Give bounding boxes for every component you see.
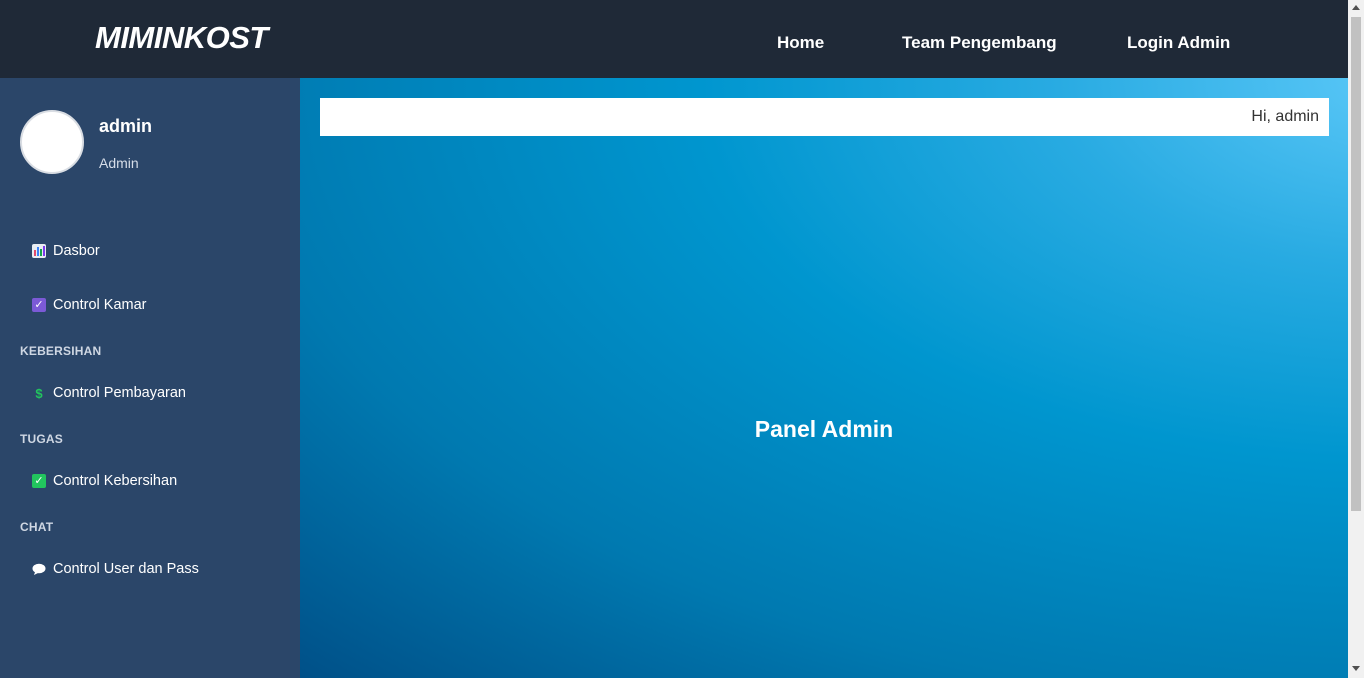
- brand-logo[interactable]: MIMINKOST: [95, 20, 268, 56]
- user-role: Admin: [99, 155, 139, 171]
- sidebar: admin Admin Dasbor ✓ Control Kamar KEBER…: [0, 78, 300, 678]
- avatar: [20, 110, 84, 174]
- user-name: admin: [99, 116, 153, 136]
- section-label-kebersihan: KEBERSIHAN: [20, 344, 102, 358]
- sidebar-item-dasbor[interactable]: Dasbor: [32, 240, 100, 262]
- nav-link-login-admin[interactable]: Login Admin: [1127, 33, 1230, 53]
- section-label-tugas: TUGAS: [20, 432, 63, 446]
- sidebar-item-control-pembayaran[interactable]: $ Control Pembayaran: [32, 382, 186, 404]
- main-content: Hi, admin Panel Admin: [300, 78, 1348, 678]
- greeting-bar: Hi, admin: [320, 98, 1329, 136]
- vertical-scrollbar[interactable]: [1348, 0, 1364, 678]
- sidebar-item-control-user-dan-pass[interactable]: Control User dan Pass: [32, 558, 199, 580]
- checkbox-icon: ✓: [32, 298, 46, 312]
- sidebar-item-label: Control Kebersihan: [53, 473, 178, 489]
- page-title: Panel Admin: [754, 416, 894, 442]
- sidebar-item-label: Control Kamar: [53, 297, 147, 313]
- nav-link-team-pengembang[interactable]: Team Pengembang: [902, 33, 1057, 53]
- speech-bubble-icon: [32, 562, 46, 576]
- sidebar-item-label: Control Pembayaran: [53, 385, 186, 401]
- bar-chart-icon: [32, 244, 46, 258]
- check-mark-icon: ✓: [32, 474, 46, 488]
- sidebar-item-control-kebersihan[interactable]: ✓ Control Kebersihan: [32, 470, 177, 492]
- sidebar-item-label: Dasbor: [53, 243, 100, 259]
- scroll-up-arrow-icon[interactable]: [1352, 5, 1360, 10]
- dollar-icon: $: [35, 385, 43, 401]
- nav-link-home[interactable]: Home: [777, 33, 824, 53]
- section-label-chat: CHAT: [20, 520, 54, 534]
- sidebar-item-control-kamar[interactable]: ✓ Control Kamar: [32, 294, 146, 316]
- scroll-down-arrow-icon[interactable]: [1352, 666, 1360, 671]
- greeting-text: Hi, admin: [1251, 108, 1319, 125]
- top-navbar: MIMINKOST Home Team Pengembang Login Adm…: [0, 0, 1348, 78]
- sidebar-item-label: Control User dan Pass: [53, 561, 199, 577]
- scrollbar-thumb[interactable]: [1351, 17, 1361, 511]
